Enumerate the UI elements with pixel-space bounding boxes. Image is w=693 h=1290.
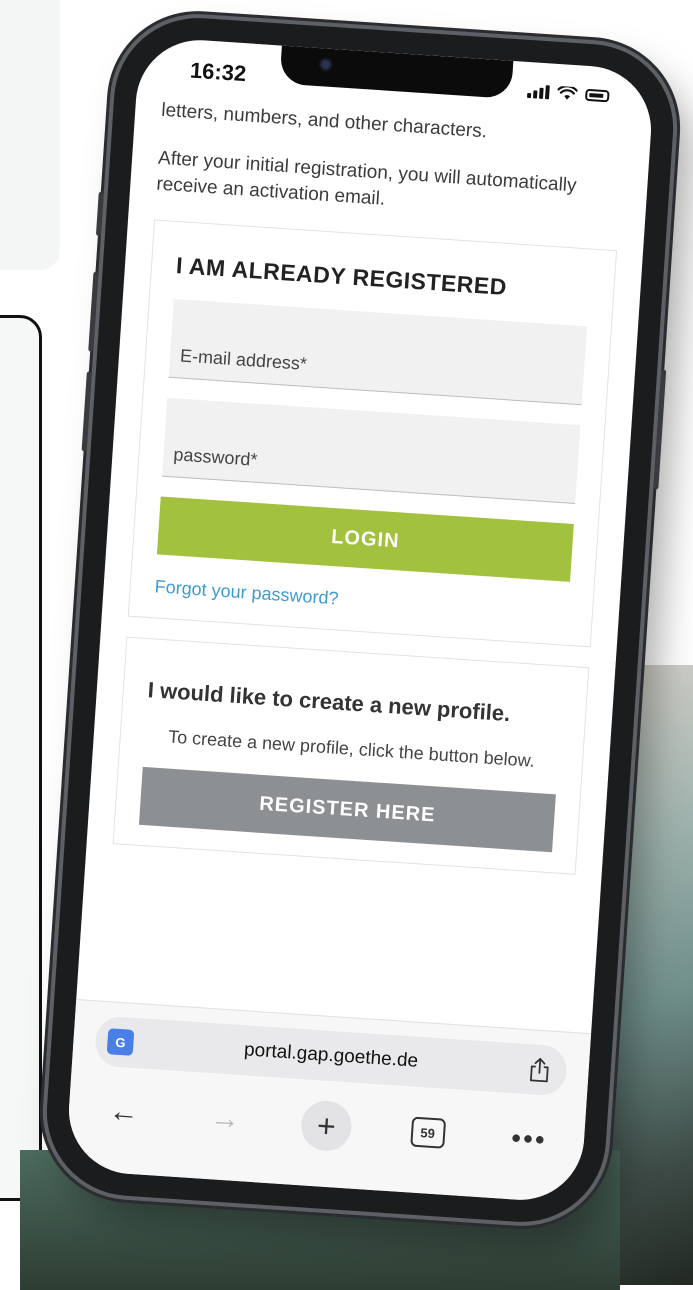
phone-volume-down-button (81, 371, 92, 452)
register-panel: I would like to create a new profile. To… (112, 636, 590, 875)
password-field (162, 397, 581, 505)
intro-text: letters, numbers, and other characters. (160, 99, 488, 143)
wifi-icon (557, 85, 578, 100)
url-text[interactable]: portal.gap.goethe.de (133, 1032, 530, 1080)
address-bar[interactable]: G portal.gap.goethe.de (93, 1015, 569, 1097)
phone-frame: 16:32 letters, numbers, and other charac… (41, 12, 679, 1228)
new-tab-plus-icon[interactable]: + (299, 1099, 354, 1153)
browser-toolbar: G portal.gap.goethe.de ← → + 59 ••• (64, 999, 592, 1204)
translate-icon[interactable]: G (106, 1028, 135, 1056)
register-button[interactable]: REGISTER HERE (138, 766, 556, 853)
front-camera (318, 57, 334, 72)
phone-side-button (95, 191, 104, 236)
more-options-icon[interactable]: ••• (502, 1113, 555, 1166)
activation-note: After your initial registration, you wil… (155, 147, 578, 210)
tabs-button[interactable]: 59 (401, 1106, 454, 1159)
battery-icon (584, 88, 610, 103)
phone-volume-up-button (88, 271, 99, 352)
browser-nav-row: ← → + 59 ••• (97, 1086, 555, 1166)
password-input[interactable] (162, 431, 579, 504)
phone-notch (279, 45, 514, 99)
tab-count-badge: 59 (409, 1116, 446, 1149)
login-panel-title: I AM ALREADY REGISTERED (175, 252, 508, 300)
forgot-password-link[interactable]: Forgot your password? (154, 576, 568, 624)
status-time: 16:32 (189, 57, 248, 87)
back-arrow-icon[interactable]: ← (97, 1086, 150, 1139)
cellular-signal-icon (526, 84, 550, 100)
background-card-left (0, 315, 42, 1201)
login-button[interactable]: LOGIN (156, 496, 574, 582)
email-field (168, 298, 587, 406)
phone-power-button (653, 369, 667, 490)
email-input[interactable] (168, 332, 585, 405)
login-panel: I AM ALREADY REGISTERED LOGIN Forgot you… (127, 219, 618, 648)
share-icon[interactable] (528, 1056, 552, 1083)
status-icons (526, 84, 610, 103)
phone-screen: 16:32 letters, numbers, and other charac… (64, 36, 656, 1204)
page-content: letters, numbers, and other characters. … (85, 96, 651, 897)
background-card-top (0, 0, 60, 270)
forward-arrow-icon[interactable]: → (199, 1093, 252, 1146)
